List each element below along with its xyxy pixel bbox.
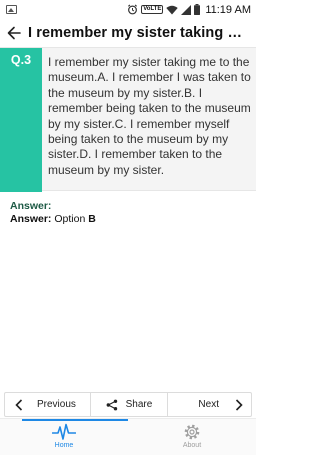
app-toolbar: I remember my sister taking me t...	[0, 19, 256, 46]
gallery-icon	[6, 5, 17, 14]
answer-label: Answer:	[10, 213, 52, 225]
chevron-left-icon	[15, 398, 23, 411]
arrow-left-icon	[7, 26, 21, 39]
answer-prefix: Option	[54, 213, 86, 225]
question-nav-bar: Previous Share Next	[4, 392, 252, 417]
next-button[interactable]: Next	[168, 393, 251, 416]
answer-line: Answer: Option B	[10, 213, 250, 225]
question-number: Q.3	[10, 53, 32, 67]
battery-icon	[194, 4, 201, 15]
answer-option: B	[88, 213, 96, 225]
tab-about[interactable]: About	[128, 419, 256, 455]
chevron-right-icon	[235, 398, 243, 411]
back-button[interactable]	[0, 19, 28, 46]
signal-icon	[181, 4, 192, 15]
status-bar: VoLTE 11:19 AM	[0, 0, 256, 19]
next-label: Next	[198, 399, 219, 410]
previous-label: Previous	[37, 399, 76, 410]
share-button[interactable]: Share	[91, 393, 168, 416]
answer-heading: Answer:	[10, 200, 52, 212]
status-time: 11:19 AM	[205, 3, 251, 16]
tab-home-label: Home	[54, 442, 74, 449]
share-label: Share	[125, 399, 153, 410]
question-text: I remember my sister taking me to the mu…	[48, 55, 251, 177]
previous-button[interactable]: Previous	[5, 393, 92, 416]
wifi-icon	[166, 5, 179, 15]
tab-home[interactable]: Home	[0, 419, 128, 455]
status-right: VoLTE 11:19 AM	[127, 4, 251, 16]
question-number-badge: Q.3	[0, 48, 42, 192]
share-icon	[106, 399, 117, 410]
volte-icon: VoLTE	[141, 5, 164, 14]
alarm-icon	[127, 4, 138, 15]
tab-about-label: About	[182, 442, 202, 449]
question-card: Q.3 I remember my sister taking me to th…	[0, 47, 256, 192]
bottom-tab-bar: Home About	[0, 418, 256, 455]
gear-icon	[184, 424, 200, 440]
page-title: I remember my sister taking me t...	[28, 24, 250, 41]
status-left	[6, 5, 17, 14]
answer-section: Answer: Answer: Option B	[10, 200, 250, 225]
heartbeat-icon	[52, 423, 76, 440]
